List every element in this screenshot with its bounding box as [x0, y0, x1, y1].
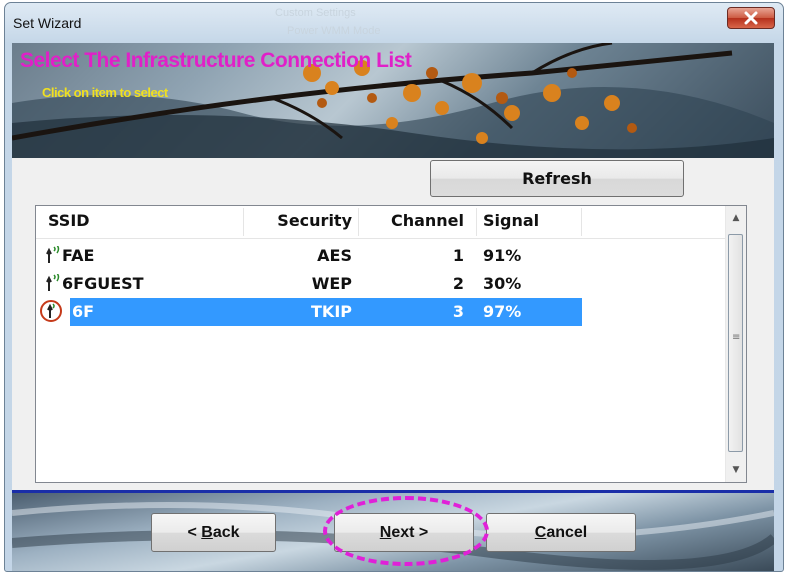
signal-cell: 91%	[483, 246, 522, 265]
ssid-cell: 6FGUEST	[62, 274, 144, 293]
vertical-scrollbar[interactable]: ▲ ≡ ▼	[725, 206, 746, 482]
antenna-icon	[46, 274, 60, 291]
ssid-cell: 6F	[72, 302, 95, 321]
list-item[interactable]: 6FGUEST WEP 2 30%	[36, 270, 726, 298]
background-ghost-text: Custom Settings	[275, 7, 356, 19]
refresh-button[interactable]: Refresh	[430, 160, 684, 197]
header-banner: Select The Infrastructure Connection Lis…	[12, 43, 774, 158]
back-button[interactable]: < Back	[151, 513, 276, 552]
list-item[interactable]: FAE AES 1 91%	[36, 242, 726, 270]
close-icon	[744, 11, 758, 25]
highlight-annotation	[323, 496, 489, 566]
connected-indicator-icon	[40, 300, 62, 322]
list-item-selected[interactable]: 6F TKIP 3 97%	[36, 298, 726, 326]
channel-cell: 2	[452, 274, 464, 293]
cancel-button[interactable]: Cancel	[486, 513, 636, 552]
antenna-icon	[47, 303, 55, 318]
content-area: Refresh SSID Security Channel Signal FAE…	[12, 158, 774, 490]
ssid-cell: FAE	[62, 246, 95, 265]
channel-cell: 3	[452, 302, 464, 321]
close-button[interactable]	[727, 7, 775, 29]
signal-cell: 97%	[483, 302, 522, 321]
network-list[interactable]: SSID Security Channel Signal FAE AES 1 9…	[35, 205, 747, 483]
signal-cell: 30%	[483, 274, 522, 293]
banner-subtitle: Click on item to select	[42, 85, 168, 100]
security-cell: TKIP	[311, 302, 352, 321]
title-bar[interactable]: Set Wizard Custom Settings Power WMM Mod…	[5, 3, 783, 43]
scroll-down-arrow-icon[interactable]: ▼	[726, 458, 746, 482]
channel-cell: 1	[452, 246, 464, 265]
column-header-channel[interactable]: Channel	[359, 206, 464, 238]
background-ghost-text: Power WMM Mode	[287, 25, 381, 37]
grip-icon: ≡	[732, 332, 741, 343]
security-cell: AES	[317, 246, 352, 265]
scroll-up-arrow-icon[interactable]: ▲	[726, 206, 746, 230]
list-header: SSID Security Channel Signal	[36, 206, 726, 239]
security-cell: WEP	[311, 274, 352, 293]
scrollbar-thumb[interactable]: ≡	[728, 234, 743, 452]
column-header-signal[interactable]: Signal	[483, 206, 573, 238]
column-header-security[interactable]: Security	[244, 206, 352, 238]
footer-panel: < Back Next > Cancel	[12, 493, 774, 571]
banner-title: Select The Infrastructure Connection Lis…	[20, 49, 412, 72]
window-title: Set Wizard	[13, 15, 82, 31]
column-header-ssid[interactable]: SSID	[48, 206, 238, 238]
antenna-icon	[46, 246, 60, 263]
wizard-window: Set Wizard Custom Settings Power WMM Mod…	[4, 2, 784, 572]
